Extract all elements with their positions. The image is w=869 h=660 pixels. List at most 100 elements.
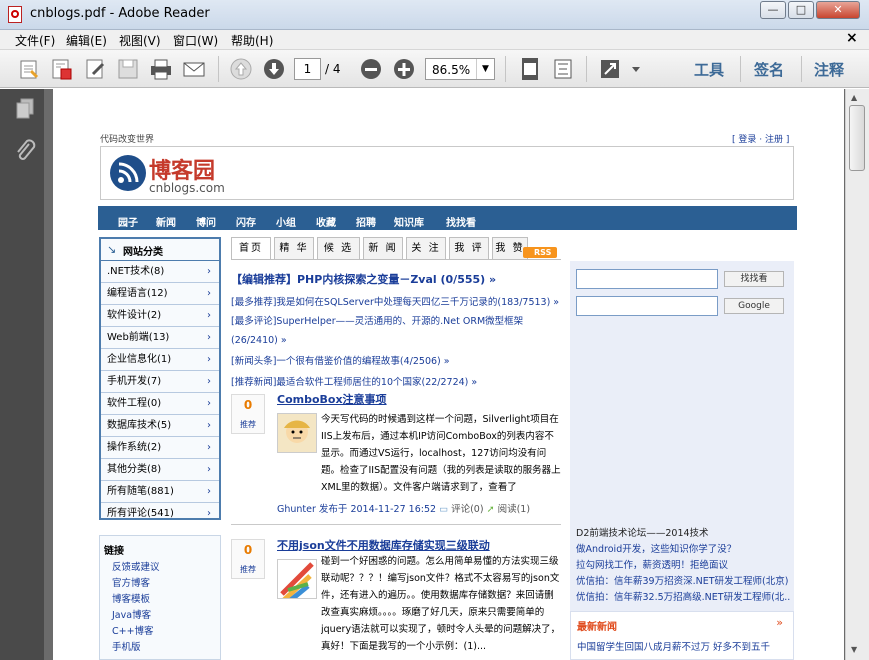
tab-my-comments[interactable]: 我 评 [449, 237, 489, 259]
news-item[interactable]: [最多评论]SuperHelper——灵活通用的、开源的.Net ORM微型框架… [231, 312, 561, 350]
save-icon[interactable] [114, 55, 142, 83]
author-avatar [277, 559, 317, 606]
tools-button[interactable]: 工具 [694, 59, 724, 80]
nav-jobs[interactable]: 招聘 [356, 214, 376, 229]
full-screen-icon[interactable] [596, 55, 624, 83]
nav-questions[interactable]: 博问 [196, 214, 216, 229]
link-item[interactable]: C++博客 [112, 624, 160, 640]
minimize-button[interactable]: — [760, 1, 786, 19]
menu-bar: 文件(F) 编辑(E) 视图(V) 窗口(W) 帮助(H) × [0, 30, 869, 50]
previous-page-icon[interactable] [227, 55, 255, 83]
page-number-input[interactable]: 1 [294, 58, 321, 80]
open-file-icon[interactable] [16, 55, 44, 83]
attachments-icon[interactable] [14, 139, 36, 166]
category-item[interactable]: 企业信息化(1) › [101, 349, 219, 371]
google-search-input[interactable] [576, 296, 718, 316]
news-item[interactable]: [推荐新闻]最适合软件工程师居住的10个国家(22/2724) » [231, 373, 561, 392]
close-button[interactable]: ✕ [816, 1, 860, 19]
menu-view[interactable]: 视图(V) [119, 32, 161, 49]
nav-news[interactable]: 新闻 [156, 214, 176, 229]
post-reads: 阅读(1) [497, 504, 531, 515]
category-item[interactable]: 编程语言(12) › [101, 283, 219, 305]
tab-featured[interactable]: 精 华 [274, 237, 314, 259]
next-page-icon[interactable] [260, 55, 288, 83]
zoom-out-icon[interactable] [357, 55, 385, 83]
print-icon[interactable] [147, 55, 175, 83]
post-title[interactable]: 不用json文件不用数据库存储实现三级联动 [277, 537, 490, 553]
category-item[interactable]: 所有评论(541) › [101, 503, 219, 525]
rss-badge[interactable]: RSS [523, 247, 557, 258]
pdf-app-icon [8, 6, 22, 23]
nav-knowledge[interactable]: 知识库 [394, 214, 424, 229]
search-input[interactable] [576, 269, 718, 289]
ad-link[interactable]: 拉勾网找工作，薪资透明！拒绝面议 [576, 558, 790, 574]
category-item[interactable]: 软件设计(2) › [101, 305, 219, 327]
category-item[interactable]: 软件工程(0) › [101, 393, 219, 415]
category-label: 编程语言(12) [107, 288, 168, 299]
link-item[interactable]: 手机版 [112, 640, 160, 656]
tab-candidates[interactable]: 候 选 [317, 237, 360, 259]
sign-button[interactable]: 签名 [754, 59, 784, 80]
category-item[interactable]: 手机开发(7) › [101, 371, 219, 393]
zoom-select[interactable]: 86.5% ▼ [425, 58, 495, 80]
category-item[interactable]: Web前端(13) › [101, 327, 219, 349]
email-icon[interactable] [180, 55, 208, 83]
login-register-link[interactable]: [ 登录 · 注册 ] [732, 132, 789, 145]
link-item[interactable]: Java博客 [112, 608, 160, 624]
ad-link[interactable]: 优信拍：信年薪32.5万招高级.NET研发工程师(北... [576, 590, 790, 606]
close-document-icon[interactable]: × [846, 30, 858, 46]
scroll-up-icon[interactable]: ▲ [851, 93, 857, 102]
menu-edit[interactable]: 编辑(E) [66, 32, 107, 49]
create-pdf-icon[interactable] [48, 55, 76, 83]
tab-news[interactable]: 新 闻 [363, 237, 403, 259]
menu-window[interactable]: 窗口(W) [173, 32, 218, 49]
category-item[interactable]: 数据库技术(5) › [101, 415, 219, 437]
latest-news-box: 最新新闻 » 中国留学生回国八成月薪不过万 好多不到五千 [570, 611, 794, 660]
nav-favorites[interactable]: 收藏 [316, 214, 336, 229]
tab-following[interactable]: 关 注 [406, 237, 446, 259]
nav-search[interactable]: 找找看 [446, 214, 476, 229]
latest-news-item[interactable]: 中国留学生回国八成月薪不过万 好多不到五千 [577, 639, 770, 653]
toolbar-options-icon[interactable] [626, 55, 646, 83]
maximize-button[interactable]: □ [788, 1, 814, 19]
nav-yuanzi[interactable]: 园子 [118, 214, 138, 229]
latest-news-more-icon[interactable]: » [776, 616, 783, 629]
category-item[interactable]: .NET技术(8) › [101, 261, 219, 283]
fit-page-icon[interactable] [516, 55, 544, 83]
comment-button[interactable]: 注释 [814, 59, 844, 80]
ad-link[interactable]: 优信拍：信年薪39万招资深.NET研发工程师(北京) [576, 574, 790, 590]
nav-flash[interactable]: 闪存 [236, 214, 256, 229]
category-item[interactable]: 操作系统(2) › [101, 437, 219, 459]
menu-file[interactable]: 文件(F) [15, 32, 55, 49]
scroll-down-icon[interactable]: ▼ [851, 645, 857, 654]
category-item[interactable]: 所有随笔(881) › [101, 481, 219, 503]
nav-groups[interactable]: 小组 [276, 214, 296, 229]
news-item[interactable]: [最多推荐]我是如何在SQLServer中处理每天四亿三千万记录的(183/75… [231, 293, 561, 312]
ad-link[interactable]: D2前端技术论坛——2014技术 [576, 526, 790, 542]
ad-link[interactable]: 做Android开发，这些知识你学了没？ [576, 542, 790, 558]
link-item[interactable]: 反馈或建议 [112, 560, 160, 576]
tab-home[interactable]: 首页 [231, 237, 271, 259]
page-thumbnails-icon[interactable] [14, 97, 36, 122]
news-item[interactable]: [新闻头条]一个很有借鉴价值的编程故事(4/2506) » [231, 352, 561, 371]
link-item[interactable]: 博客模板 [112, 592, 160, 608]
vote-box[interactable]: 0 推荐 [231, 394, 265, 434]
chevron-down-icon[interactable]: ▼ [476, 59, 494, 79]
toolbar-separator [740, 56, 741, 82]
post-title[interactable]: ComboBox注意事项 [277, 391, 387, 407]
fit-width-icon[interactable] [549, 55, 577, 83]
vote-count: 0 [243, 398, 253, 412]
vote-box[interactable]: 0 推荐 [231, 539, 265, 579]
search-button[interactable]: 找找看 [724, 271, 784, 287]
edit-pdf-icon[interactable] [82, 55, 110, 83]
category-item[interactable]: 其他分类(8) › [101, 459, 219, 481]
headline[interactable]: 【编辑推荐】PHP内核探索之变量－Zval (0/555) » [231, 271, 496, 287]
zoom-in-icon[interactable] [390, 55, 418, 83]
link-item[interactable]: 官方博客 [112, 576, 160, 592]
vertical-scrollbar[interactable]: ▲ ▼ [845, 89, 869, 660]
google-search-button[interactable]: Google [724, 298, 784, 314]
menu-help[interactable]: 帮助(H) [231, 32, 273, 49]
post-comments[interactable]: 评论(0) [451, 504, 483, 515]
chevron-right-icon: › [207, 288, 211, 299]
scroll-thumb[interactable] [849, 105, 865, 171]
